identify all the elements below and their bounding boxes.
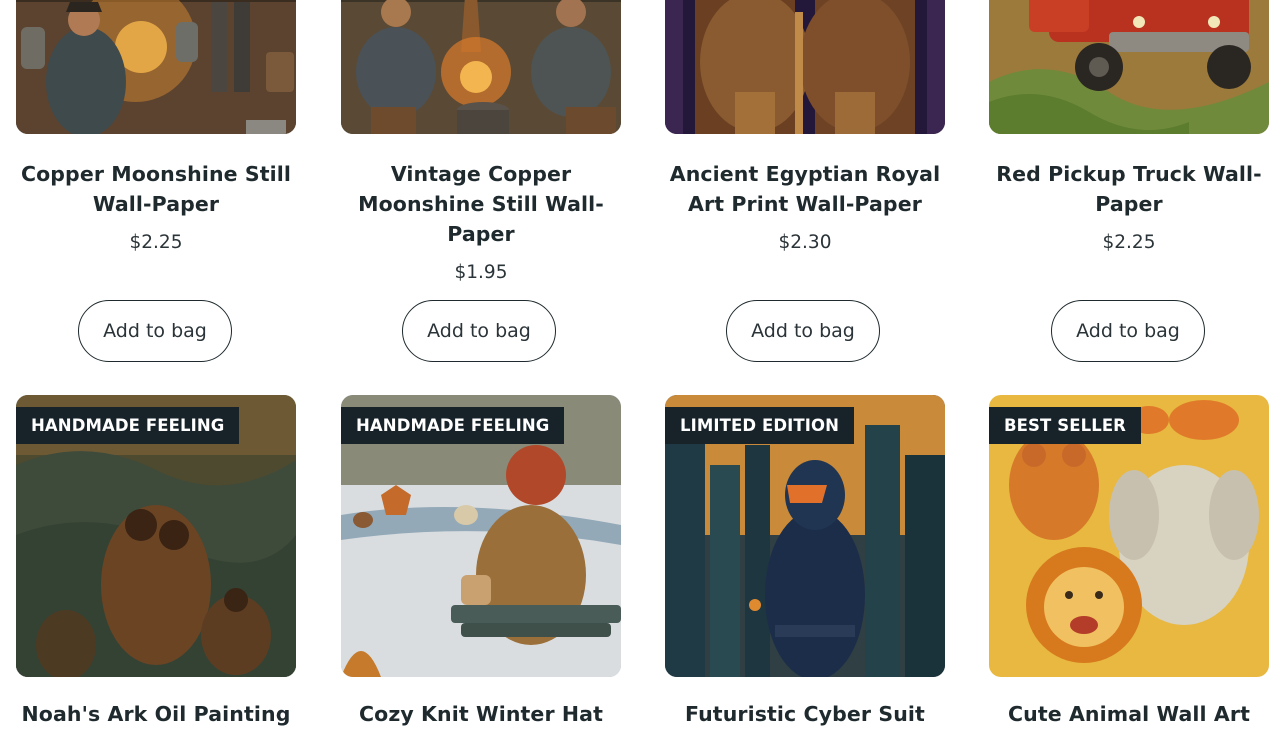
add-to-bag-button[interactable]: Add to bag [1051,300,1205,362]
add-to-bag-button[interactable]: Add to bag [402,300,556,362]
product-price: $1.95 [454,262,508,283]
product-badge: BEST SELLER [989,407,1141,444]
product-image[interactable] [665,0,945,134]
product-image[interactable] [341,0,621,134]
product-price: $2.25 [129,232,183,253]
product-badge: HANDMADE FEELING [16,407,240,444]
product-image[interactable] [989,0,1269,134]
product-title[interactable]: Futuristic Cyber Suit [665,699,945,729]
product-title[interactable]: Noah's Ark Oil Painting [16,699,296,729]
product-image[interactable]: HANDMADE FEELING [16,395,296,677]
product-title[interactable]: Copper Moonshine Still Wall-Paper [16,159,296,219]
add-to-bag-button[interactable]: Add to bag [78,300,232,362]
product-image[interactable]: BEST SELLER [989,395,1269,677]
product-price: $2.30 [778,232,832,253]
product-price: $2.25 [1102,232,1156,253]
product-title[interactable]: Cute Animal Wall Art [989,699,1269,729]
product-title[interactable]: Ancient Egyptian Royal Art Print Wall-Pa… [665,159,945,219]
add-to-bag-button[interactable]: Add to bag [726,300,880,362]
product-image[interactable]: HANDMADE FEELING [341,395,621,677]
product-title[interactable]: Vintage Copper Moonshine Still Wall-Pape… [341,159,621,249]
product-image[interactable]: LIMITED EDITION [665,395,945,677]
product-badge: HANDMADE FEELING [341,407,565,444]
product-title[interactable]: Red Pickup Truck Wall-Paper [989,159,1269,219]
product-badge: LIMITED EDITION [665,407,855,444]
product-title[interactable]: Cozy Knit Winter Hat [341,699,621,729]
product-image[interactable] [16,0,296,134]
